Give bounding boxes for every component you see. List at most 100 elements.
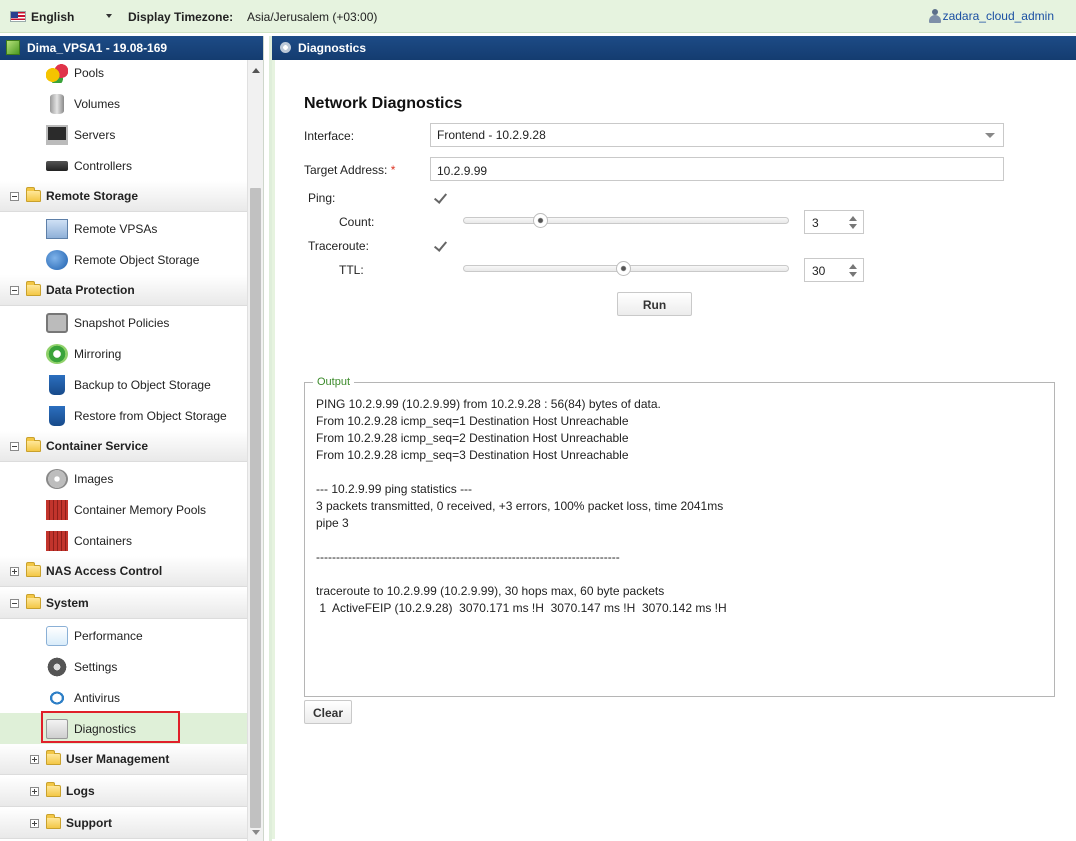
nav-item-servers[interactable]: Servers [0,119,247,150]
nav-item-snapshot-policies[interactable]: Snapshot Policies [0,307,247,338]
tree-scrollbar[interactable] [247,60,263,841]
vpsa-icon [6,40,20,55]
nav-group-label: NAS Access Control [46,564,163,578]
collapse-icon[interactable] [10,192,19,201]
disc-icon [46,469,68,489]
nav-group-system[interactable]: System [0,588,247,619]
spin-up-icon[interactable] [849,216,857,221]
vpsa-name: Dima_VPSA1 - 19.08-169 [27,41,168,55]
collapse-icon[interactable] [10,599,19,608]
nav-group-label: Container Service [46,439,149,453]
volumes-icon [50,94,64,114]
nav-item-antivirus[interactable]: Antivirus [0,682,247,713]
servers-icon [46,125,68,145]
ttl-value: 30 [812,264,826,278]
count-spinner[interactable]: 3 [804,210,864,234]
target-address-label: Target Address: * [304,163,395,177]
user-menu[interactable]: zadara_cloud_admin [928,9,1054,23]
nav-group-label: Data Protection [46,283,135,297]
expand-icon[interactable] [10,567,19,576]
ttl-slider-handle[interactable] [615,261,631,276]
nav-item-label: Container Memory Pools [74,503,207,517]
clear-button[interactable]: Clear [304,700,352,724]
ping-label: Ping: [308,191,336,205]
nav-group-container-service[interactable]: Container Service [0,431,247,462]
mirroring-icon [46,344,68,364]
target-address-input[interactable] [430,157,1004,181]
chevron-down-icon[interactable] [106,14,112,18]
folder-icon [46,750,61,765]
nav-item-label: Snapshot Policies [74,316,170,330]
nav-group-remote-storage[interactable]: Remote Storage [0,181,247,212]
interface-select[interactable]: Frontend - 10.2.9.28 [430,123,1004,147]
panel-header: Diagnostics [272,36,1076,60]
nav-item-label: Performance [74,629,143,643]
nav-item-label: Restore from Object Storage [74,409,227,423]
nav-item-images[interactable]: Images [0,463,247,494]
count-label: Count: [339,215,375,229]
nav-item-mirroring[interactable]: Mirroring [0,338,247,369]
chevron-down-icon[interactable] [985,133,995,138]
nav-group-nas-access-control[interactable]: NAS Access Control [0,556,247,587]
us-flag-icon[interactable] [10,11,26,22]
output-text: PING 10.2.9.99 (10.2.9.99) from 10.2.9.2… [316,397,727,615]
nav-item-backup[interactable]: Backup to Object Storage [0,369,247,400]
nav-item-label: Antivirus [74,691,121,705]
language-selector[interactable]: English [31,10,74,24]
gear-icon [46,657,68,677]
nav-group-label: Remote Storage [46,189,139,203]
ttl-spinner[interactable]: 30 [804,258,864,282]
nav-group-logs[interactable]: Logs [0,776,247,807]
run-button[interactable]: Run [617,292,692,316]
nav-item-remote-object-storage[interactable]: Remote Object Storage [0,244,247,275]
folder-icon [26,187,41,202]
nav-item-container-memory-pools[interactable]: Container Memory Pools [0,494,247,525]
scrollbar-thumb[interactable] [250,188,261,828]
nav-item-containers[interactable]: Containers [0,525,247,556]
spin-down-icon[interactable] [849,224,857,229]
spin-up-icon[interactable] [849,264,857,269]
folder-icon [46,782,61,797]
nav-group-data-protection[interactable]: Data Protection [0,275,247,306]
ttl-label: TTL: [339,263,364,277]
nav-item-label: Settings [74,660,118,674]
bucket-icon [49,375,65,395]
pools-icon [46,63,68,83]
ping-checkbox[interactable] [434,191,448,205]
folder-icon [46,814,61,829]
nav-item-volumes[interactable]: Volumes [0,88,247,119]
scroll-up-arrow-icon[interactable] [252,68,260,73]
collapse-icon[interactable] [10,286,19,295]
nav-item-settings[interactable]: Settings [0,651,247,682]
interface-selected-value: Frontend - 10.2.9.28 [437,128,546,142]
scroll-down-arrow-icon[interactable] [252,830,260,835]
folder-icon [26,594,41,609]
collapse-icon[interactable] [10,442,19,451]
nav-item-controllers[interactable]: Controllers [0,150,247,181]
nav-item-remote-vpsas[interactable]: Remote VPSAs [0,213,247,244]
vpsa-header: Dima_VPSA1 - 19.08-169 [0,36,263,60]
panel-title: Diagnostics [298,41,367,55]
username[interactable]: zadara_cloud_admin [943,9,1054,23]
nav-item-label: Images [74,472,114,486]
target-address-label-text: Target Address: [304,163,388,177]
nav-group-user-management[interactable]: User Management [0,744,247,775]
required-asterisk: * [390,163,396,177]
count-slider[interactable] [463,213,789,228]
traceroute-checkbox[interactable] [434,239,448,253]
nav-group-support[interactable]: Support [0,808,247,839]
nav-group-label: Logs [66,784,95,798]
spin-down-icon[interactable] [849,272,857,277]
nav-item-performance[interactable]: Performance [0,620,247,651]
nav-item-restore[interactable]: Restore from Object Storage [0,400,247,431]
top-bar: English Display Timezone: Asia/Jerusalem… [0,0,1076,33]
expand-icon[interactable] [30,819,39,828]
diagnostics-header-icon [280,42,291,53]
bucket-icon [49,406,65,426]
nav-item-pools[interactable]: Pools [0,60,247,88]
ttl-slider[interactable] [463,261,789,276]
nav-item-label: Servers [74,128,116,142]
expand-icon[interactable] [30,787,39,796]
expand-icon[interactable] [30,755,39,764]
count-slider-handle[interactable] [533,213,549,228]
